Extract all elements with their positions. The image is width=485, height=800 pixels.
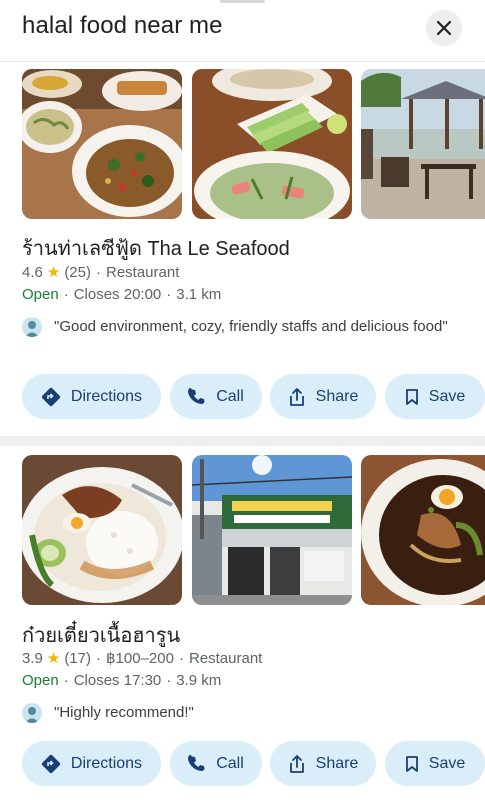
open-status: Open bbox=[22, 286, 59, 303]
place-hours-row: Open · Closes 17:30 · 3.9 km bbox=[22, 672, 221, 689]
photo-carousel[interactable] bbox=[22, 455, 485, 605]
review-count: (17) bbox=[64, 649, 91, 667]
food-photo[interactable] bbox=[361, 455, 485, 605]
star-icon: ★ bbox=[46, 650, 61, 667]
place-hours-row: Open · Closes 20:00 · 3.1 km bbox=[22, 286, 221, 303]
close-button[interactable] bbox=[426, 10, 462, 46]
separator-dot: · bbox=[63, 286, 69, 303]
review-count: (25) bbox=[64, 263, 91, 281]
phone-icon bbox=[188, 387, 205, 404]
distance: 3.1 km bbox=[176, 286, 222, 303]
share-label: Share bbox=[315, 754, 359, 772]
directions-label: Directions bbox=[70, 387, 143, 405]
distance: 3.9 km bbox=[176, 672, 222, 689]
review-snippet[interactable]: "Highly recommend!" bbox=[22, 702, 474, 723]
review-text: "Highly recommend!" bbox=[54, 704, 194, 721]
bookmark-icon bbox=[405, 388, 418, 405]
call-label: Call bbox=[216, 387, 244, 405]
restaurant-photo[interactable] bbox=[361, 69, 485, 219]
search-header: halal food near me bbox=[0, 0, 485, 62]
save-button[interactable]: Save bbox=[385, 374, 485, 419]
photo-carousel[interactable] bbox=[22, 69, 485, 219]
close-icon bbox=[436, 20, 452, 36]
place-category: Restaurant bbox=[188, 649, 263, 667]
share-label: Share bbox=[315, 387, 359, 405]
separator-dot: · bbox=[166, 672, 172, 689]
sheet-handle[interactable] bbox=[220, 0, 265, 3]
bookmark-icon bbox=[405, 755, 418, 772]
food-photo[interactable] bbox=[192, 69, 352, 219]
action-row: Directions Call Share Save bbox=[22, 741, 485, 786]
place-rating-row: 3.9 ★ (17) · ฿100–200 · Restaurant bbox=[22, 649, 263, 668]
call-button[interactable]: Call bbox=[170, 374, 262, 419]
save-label: Save bbox=[428, 754, 466, 772]
separator-dot: · bbox=[96, 263, 101, 281]
share-icon bbox=[289, 387, 304, 406]
action-row: Directions Call Share Save bbox=[22, 374, 485, 419]
food-photo[interactable] bbox=[22, 69, 182, 219]
closing-time: Closes 20:00 bbox=[73, 286, 162, 303]
separator-dot: · bbox=[63, 672, 69, 689]
rating-value: 3.9 bbox=[22, 649, 43, 667]
price-range: ฿100–200 bbox=[106, 650, 174, 667]
place-name[interactable]: ก๋วยเตี๋ยวเนื้อฮารูน bbox=[22, 619, 180, 651]
rating-value: 4.6 bbox=[22, 263, 43, 281]
review-text: "Good environment, cozy, friendly staffs… bbox=[54, 318, 448, 335]
search-query[interactable]: halal food near me bbox=[22, 12, 223, 40]
result-card[interactable]: ร้านท่าเลซีฟู้ด Tha Le Seafood 4.6 ★ (25… bbox=[0, 62, 485, 436]
user-avatar-icon bbox=[22, 317, 42, 337]
phone-icon bbox=[188, 754, 205, 771]
save-label: Save bbox=[428, 387, 466, 405]
directions-button[interactable]: Directions bbox=[22, 374, 161, 419]
review-snippet[interactable]: "Good environment, cozy, friendly staffs… bbox=[22, 316, 474, 337]
card-divider bbox=[0, 436, 485, 446]
share-button[interactable]: Share bbox=[270, 741, 376, 786]
closing-time: Closes 17:30 bbox=[73, 672, 162, 689]
result-card[interactable]: ก๋วยเตี๋ยวเนื้อฮารูน 3.9 ★ (17) · ฿100–2… bbox=[0, 446, 485, 800]
directions-icon bbox=[41, 387, 60, 406]
separator-dot: · bbox=[166, 286, 172, 303]
separator-dot: · bbox=[178, 649, 184, 667]
share-icon bbox=[289, 754, 304, 773]
directions-label: Directions bbox=[70, 754, 143, 772]
restaurant-photo[interactable] bbox=[192, 455, 352, 605]
user-avatar-icon bbox=[22, 703, 42, 723]
separator-dot: · bbox=[96, 649, 101, 667]
place-name[interactable]: ร้านท่าเลซีฟู้ด Tha Le Seafood bbox=[22, 232, 290, 264]
call-label: Call bbox=[216, 754, 244, 772]
food-photo[interactable] bbox=[22, 455, 182, 605]
share-button[interactable]: Share bbox=[270, 374, 376, 419]
place-rating-row: 4.6 ★ (25) · Restaurant bbox=[22, 263, 180, 282]
open-status: Open bbox=[22, 672, 59, 689]
place-category: Restaurant bbox=[106, 263, 180, 281]
save-button[interactable]: Save bbox=[385, 741, 485, 786]
directions-button[interactable]: Directions bbox=[22, 741, 161, 786]
star-icon: ★ bbox=[46, 264, 61, 281]
directions-icon bbox=[41, 754, 60, 773]
call-button[interactable]: Call bbox=[170, 741, 262, 786]
